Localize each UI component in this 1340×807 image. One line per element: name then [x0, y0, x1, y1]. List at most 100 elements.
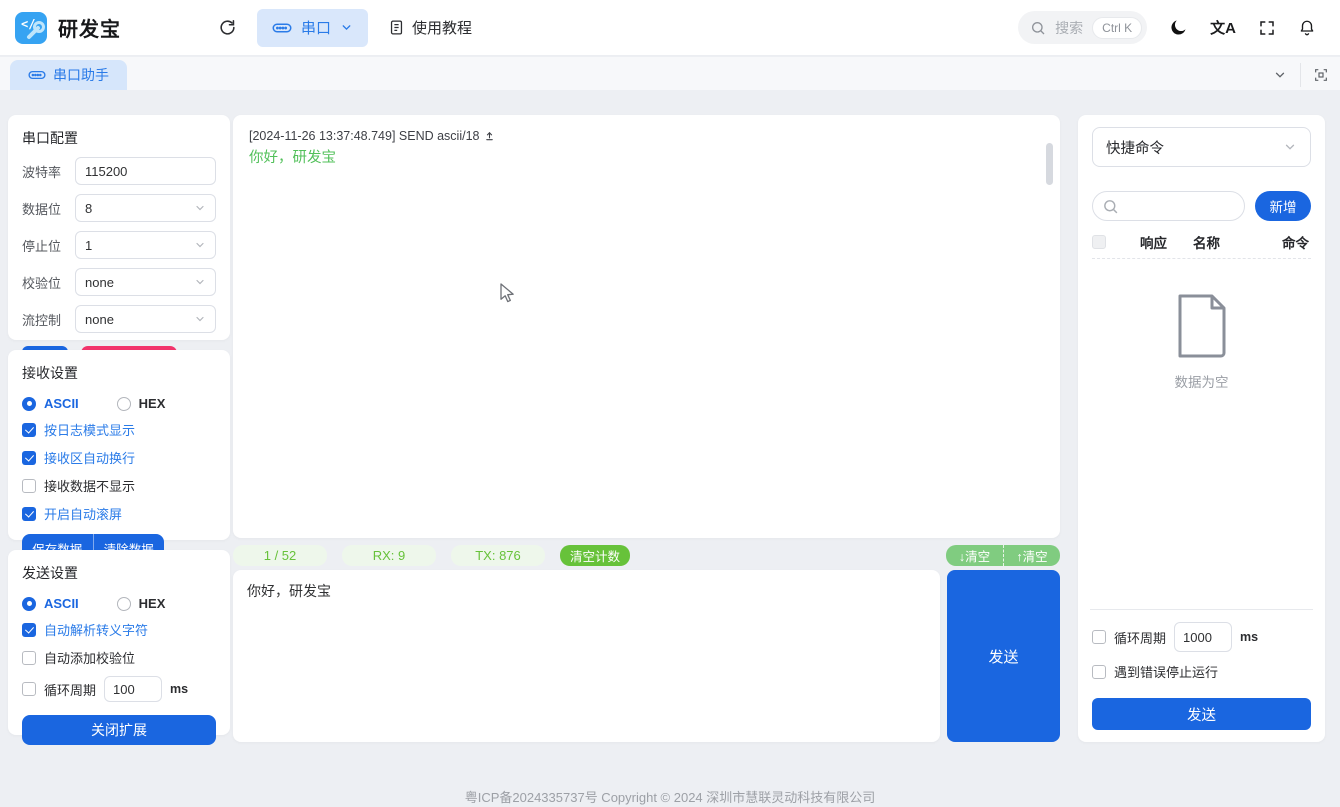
- auto-wrap-checkbox[interactable]: [22, 450, 36, 465]
- hide-data-checkbox[interactable]: [22, 478, 36, 493]
- qc-loop-unit: ms: [1240, 630, 1259, 644]
- auto-wrap-label: 接收区自动换行: [44, 451, 136, 466]
- serial-config-panel: 串口配置 波特率 数据位 8 停止位 1 校验位 none 流控制 none: [8, 115, 230, 376]
- serial-port-icon: [272, 21, 292, 35]
- qc-loop-input[interactable]: [1174, 622, 1233, 652]
- divider: [1090, 609, 1313, 610]
- fullscreen-icon[interactable]: [1258, 19, 1276, 37]
- command-search-box[interactable]: [1092, 191, 1245, 221]
- baud-rate-input[interactable]: [75, 157, 216, 185]
- log-scrollbar-thumb[interactable]: [1046, 143, 1053, 185]
- auto-wrap-option[interactable]: 接收区自动换行: [22, 448, 216, 467]
- data-bits-label: 数据位: [22, 201, 62, 217]
- send-ascii-label: ASCII: [44, 596, 79, 611]
- auto-scroll-label: 开启自动滚屏: [44, 507, 123, 522]
- escape-label: 自动解析转义字符: [44, 623, 149, 638]
- flow-control-value: none: [85, 311, 114, 327]
- stop-bits-value: 1: [85, 237, 93, 253]
- clear-receive-button[interactable]: ↓清空: [946, 545, 1003, 566]
- qc-loop-checkbox[interactable]: [1092, 630, 1106, 644]
- tab-list-chevron-icon[interactable]: [1260, 63, 1300, 87]
- send-button[interactable]: 发送: [947, 570, 1060, 742]
- rx-counter-badge: RX: 9: [342, 545, 436, 566]
- baud-rate-label: 波特率: [22, 164, 62, 180]
- search-icon: [1030, 20, 1046, 36]
- chevron-down-icon: [196, 205, 204, 211]
- nav-serial-label: 串口: [301, 20, 332, 37]
- flow-control-select[interactable]: none: [75, 305, 216, 333]
- quick-commands-panel: 快捷命令 新增 响应 名称 命令 数据为空 循环周期 ms: [1078, 115, 1325, 742]
- receive-ascii-radio[interactable]: [22, 396, 36, 411]
- command-search-input[interactable]: [1125, 198, 1235, 214]
- receive-ascii-label: ASCII: [44, 396, 79, 411]
- data-bits-value: 8: [85, 200, 93, 216]
- dark-mode-icon[interactable]: [1169, 18, 1188, 37]
- notification-bell-icon[interactable]: [1298, 19, 1316, 37]
- loop-period-input[interactable]: [104, 676, 163, 702]
- checksum-option[interactable]: 自动添加校验位: [22, 648, 216, 667]
- document-icon: [388, 19, 405, 36]
- clear-send-button[interactable]: ↑清空: [1003, 545, 1060, 566]
- hide-data-option[interactable]: 接收数据不显示: [22, 476, 216, 495]
- serial-config-title: 串口配置: [22, 130, 78, 146]
- log-mode-label: 按日志模式显示: [44, 423, 136, 438]
- send-settings-panel: 发送设置 ASCII HEX 自动解析转义字符 自动添加校验位 循环周期 ms …: [8, 550, 230, 745]
- send-message-textarea[interactable]: 你好，研发宝: [233, 570, 940, 742]
- escape-checkbox[interactable]: [22, 622, 36, 637]
- chevron-down-icon: [196, 279, 204, 285]
- stop-bits-label: 停止位: [22, 238, 62, 254]
- global-search[interactable]: 搜索 Ctrl K: [1018, 11, 1148, 44]
- column-name: 名称: [1193, 235, 1220, 251]
- loop-period-checkbox[interactable]: [22, 682, 36, 696]
- serial-port-icon: [28, 69, 46, 81]
- status-bar: 1 / 52 RX: 9 TX: 876 清空计数 ↓清空 ↑清空: [233, 545, 1060, 566]
- nav-serial-dropdown[interactable]: 串口: [257, 8, 369, 47]
- parity-select[interactable]: none: [75, 268, 216, 296]
- brand[interactable]: </ 研发宝: [0, 11, 218, 45]
- auto-scroll-option[interactable]: 开启自动滚屏: [22, 504, 216, 523]
- stop-on-error-checkbox[interactable]: [1092, 664, 1106, 679]
- send-ascii-radio[interactable]: [22, 596, 36, 611]
- footer-copyright: 粤ICP备2024335737号 Copyright © 2024 深圳市慧联灵…: [464, 790, 876, 805]
- clear-buttons-group: ↓清空 ↑清空: [946, 545, 1060, 566]
- data-bits-select[interactable]: 8: [75, 194, 216, 222]
- select-all-checkbox[interactable]: [1092, 234, 1106, 249]
- checksum-checkbox[interactable]: [22, 650, 36, 665]
- chevron-down-icon: [196, 316, 204, 322]
- app-logo-icon: </: [14, 11, 48, 45]
- log-mode-option[interactable]: 按日志模式显示: [22, 420, 216, 439]
- chevron-down-icon: [1285, 144, 1295, 150]
- tab-label: 串口助手: [53, 67, 109, 83]
- refresh-icon[interactable]: [218, 18, 237, 37]
- clear-count-button[interactable]: 清空计数: [560, 545, 630, 566]
- quick-send-button[interactable]: 发送: [1092, 698, 1311, 730]
- quick-commands-select[interactable]: 快捷命令: [1092, 127, 1311, 167]
- auto-scroll-checkbox[interactable]: [22, 506, 36, 521]
- send-hex-radio[interactable]: [116, 596, 131, 611]
- close-extension-button[interactable]: 关闭扩展: [22, 715, 216, 745]
- stop-on-error-label: 遇到错误停止运行: [1114, 665, 1219, 680]
- qc-loop-label: 循环周期: [1114, 630, 1167, 646]
- log-mode-checkbox[interactable]: [22, 422, 36, 437]
- log-entry-meta: [2024-11-26 13:37:48.749] SEND ascii/18: [249, 129, 480, 143]
- add-command-button[interactable]: 新增: [1255, 191, 1311, 221]
- translate-icon[interactable]: 文A: [1210, 17, 1236, 38]
- log-entry-message: 你好，研发宝: [249, 150, 336, 166]
- app-header: </ 研发宝 串口 使用教程 搜索 Ctrl K 文A: [0, 0, 1340, 56]
- stop-on-error-option[interactable]: 遇到错误停止运行: [1092, 662, 1311, 681]
- stop-bits-select[interactable]: 1: [75, 231, 216, 259]
- hide-data-label: 接收数据不显示: [44, 479, 136, 494]
- receive-log-panel[interactable]: [2024-11-26 13:37:48.749] SEND ascii/18 …: [233, 115, 1060, 538]
- escape-option[interactable]: 自动解析转义字符: [22, 620, 216, 639]
- parity-value: none: [85, 274, 114, 290]
- receive-settings-panel: 接收设置 ASCII HEX 按日志模式显示 接收区自动换行 接收数据不显示 开…: [8, 350, 230, 562]
- empty-state-text: 数据为空: [1174, 375, 1229, 390]
- tab-serial-assistant[interactable]: 串口助手: [10, 60, 127, 90]
- nav-tutorial[interactable]: 使用教程: [388, 17, 472, 38]
- tx-counter-badge: TX: 876: [451, 545, 545, 566]
- empty-document-icon: [1174, 293, 1230, 359]
- chevron-down-icon: [340, 21, 353, 34]
- receive-hex-radio[interactable]: [116, 396, 131, 411]
- baud-rate-value[interactable]: [85, 163, 206, 179]
- maximize-view-icon[interactable]: [1300, 63, 1340, 87]
